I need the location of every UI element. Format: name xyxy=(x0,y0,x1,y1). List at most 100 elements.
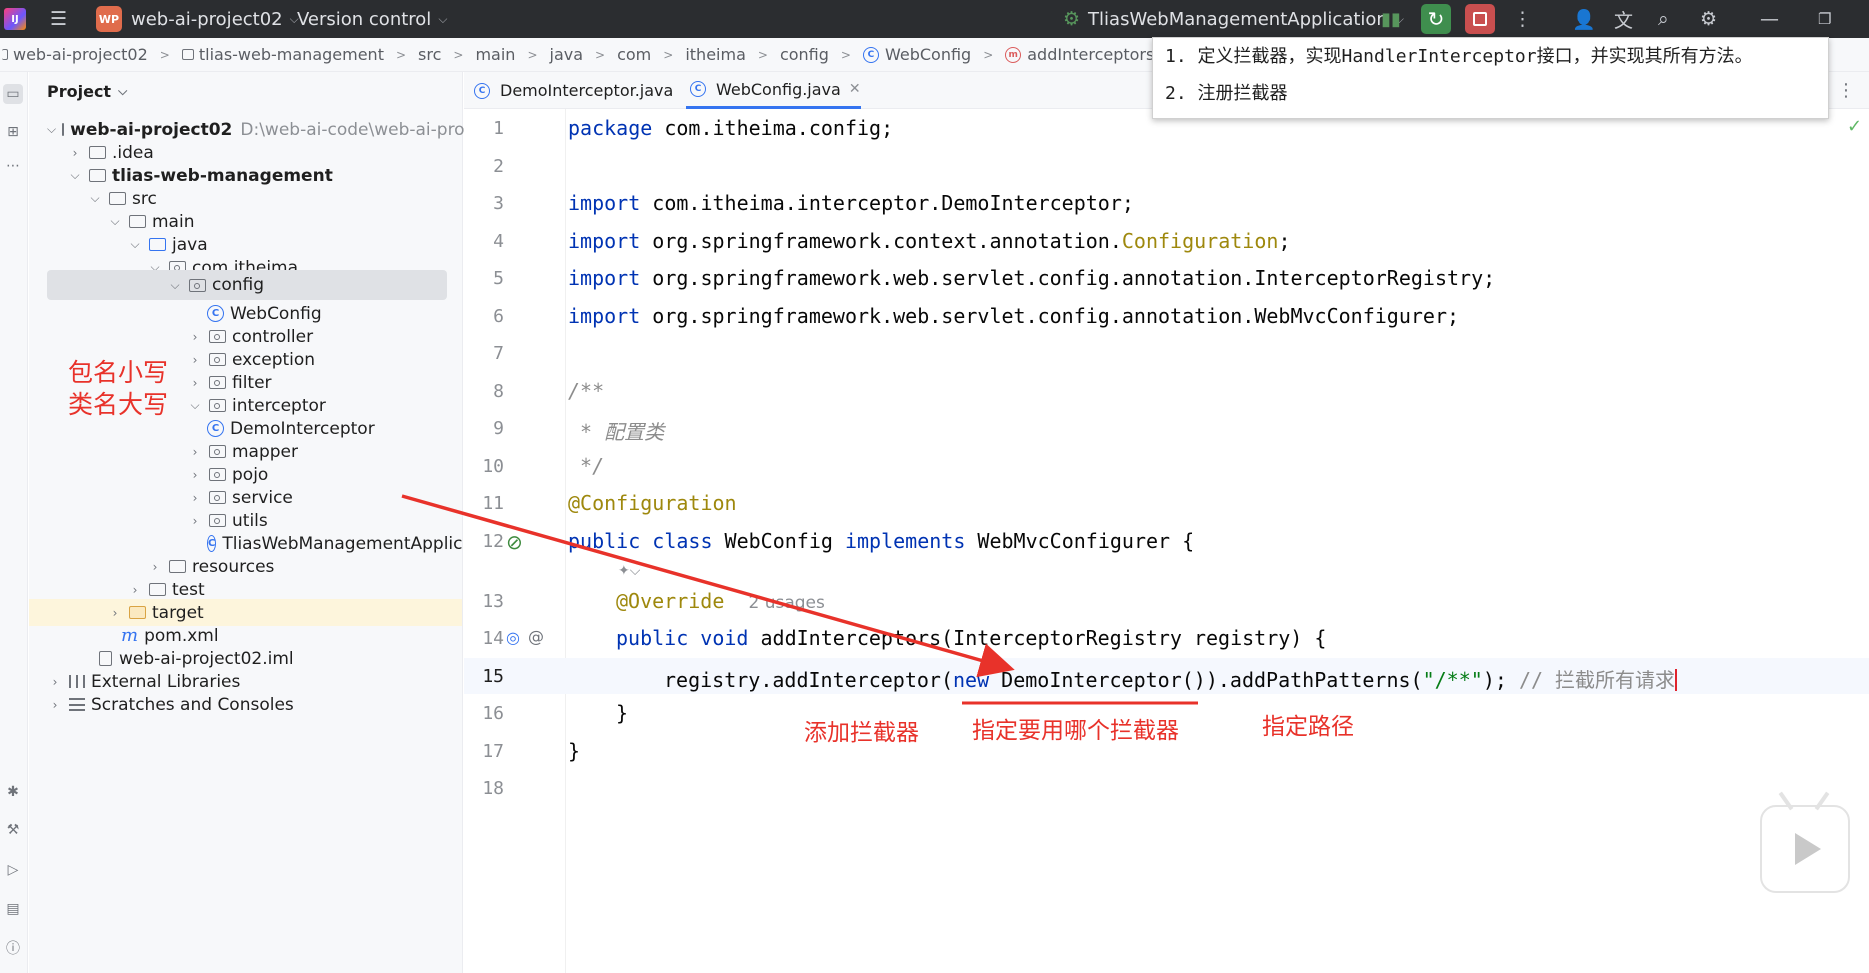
chevron-right-icon: > xyxy=(663,47,674,62)
collapse-chevron-icon: › xyxy=(152,559,158,574)
project-folder-icon[interactable]: ▭ xyxy=(3,84,23,104)
annotation-gutter-icon[interactable]: @ xyxy=(528,627,544,646)
text-caret xyxy=(1675,669,1678,691)
line-number: 13 xyxy=(482,591,504,612)
terminal-icon[interactable]: ▤ xyxy=(3,899,23,919)
more-actions-icon[interactable]: ⋮ xyxy=(1513,8,1532,30)
code-line-9: * 配置类 xyxy=(568,420,665,444)
spring-config-gutter-icon[interactable]: ⊘ xyxy=(506,530,523,554)
code-line-17: } xyxy=(568,739,581,763)
vcs-menu[interactable]: Version control ⌵ xyxy=(297,0,447,38)
project-tool-window: Project ⌵ ⌵ web-ai-project02 D:\web-ai-co… xyxy=(29,72,469,973)
line-number: 2 xyxy=(493,156,504,177)
code-line-3: import com.itheima.interceptor.DemoInter… xyxy=(568,191,1134,215)
line-number: 1 xyxy=(493,118,504,139)
expand-chevron-icon: ⌵ xyxy=(190,398,200,412)
line-number: 10 xyxy=(482,456,504,477)
close-tab-icon[interactable]: ✕ xyxy=(849,81,861,97)
source-folder-icon xyxy=(149,238,166,251)
annotation-package-lowercase: 包名小写 xyxy=(68,358,169,387)
problems-icon[interactable]: ⓘ xyxy=(3,938,23,958)
line-number: 4 xyxy=(493,231,504,252)
play-icon xyxy=(1795,833,1821,865)
tool-window-strip: ▭ ⊞ ⋯ ✱ ⚒ ▷ ▤ ⓘ xyxy=(0,72,28,973)
settings-gear-icon[interactable]: ⚙ xyxy=(1700,8,1717,30)
rerun-button[interactable]: ↻ xyxy=(1421,4,1451,34)
project-panel-title: Project xyxy=(47,82,112,101)
stop-button[interactable] xyxy=(1465,4,1495,34)
annotation-which-interceptor: 指定要用哪个拦截器 xyxy=(972,718,1179,744)
project-switcher[interactable]: WP web-ai-project02 ⌵ xyxy=(96,0,299,38)
code-line-8: /** xyxy=(568,379,605,403)
note-step-1: 1. 定义拦截器，实现HandlerInterceptor接口，并实现其所有方法… xyxy=(1165,46,1753,67)
class-icon: C xyxy=(474,82,490,99)
build-hammer-icon[interactable]: ⚒ xyxy=(3,820,23,840)
ai-assist-icon[interactable]: ✦⌵ xyxy=(618,563,640,579)
tree-item-scratches[interactable]: › Scratches and Consoles xyxy=(47,691,294,718)
package-icon xyxy=(209,445,226,458)
structure-icon[interactable]: ⊞ xyxy=(3,122,23,142)
package-icon xyxy=(209,514,226,527)
breadcrumb-item[interactable]: config xyxy=(780,45,829,64)
search-icon[interactable]: ⌕ xyxy=(1658,8,1669,30)
breadcrumb-item[interactable]: java xyxy=(550,45,584,64)
run-config-selector[interactable]: ⚙ TliasWebManagementApplication ⌵ xyxy=(1063,0,1404,38)
line-number: 3 xyxy=(493,193,504,214)
breadcrumb-item[interactable]: itheima xyxy=(685,45,746,64)
code-line-16: } xyxy=(616,701,629,725)
services-play-icon[interactable]: ▷ xyxy=(3,860,23,880)
folder-icon xyxy=(129,215,146,228)
video-play-button[interactable] xyxy=(1760,791,1850,893)
tab-options-icon[interactable]: ⋮ xyxy=(1837,80,1855,101)
code-line-11: @Configuration xyxy=(568,491,737,515)
line-number: 15 xyxy=(482,666,504,687)
collapse-chevron-icon: › xyxy=(192,513,198,528)
class-icon: C xyxy=(207,305,224,322)
main-menu-icon[interactable]: ☰ xyxy=(50,8,67,30)
debug-bug-icon[interactable]: ✱ xyxy=(3,782,23,802)
intellij-logo-icon[interactable]: IJ xyxy=(4,8,26,30)
breadcrumb-item[interactable]: com xyxy=(617,45,651,64)
package-icon xyxy=(209,399,226,412)
project-panel-header[interactable]: Project ⌵ xyxy=(47,82,127,101)
collapse-chevron-icon: › xyxy=(192,467,198,482)
title-bar: IJ ☰ WP web-ai-project02 ⌵ Version contr… xyxy=(0,0,1869,38)
code-line-13: @Override 2 usages xyxy=(616,589,825,613)
stop-icon xyxy=(1473,12,1487,26)
usages-hint[interactable]: 2 usages xyxy=(748,593,824,613)
add-user-icon[interactable]: 👤 xyxy=(1572,8,1596,31)
root-path: D:\web-ai-code\web-ai-proj xyxy=(240,119,470,140)
app-run-config-icon: ⚙ xyxy=(1063,8,1081,30)
package-icon xyxy=(209,376,226,389)
more-tools-icon[interactable]: ⋯ xyxy=(3,156,23,176)
tab-webconfig[interactable]: C WebConfig.java ✕ xyxy=(686,72,861,109)
line-number: 8 xyxy=(493,381,504,402)
expand-chevron-icon: ⌵ xyxy=(130,237,140,251)
code-line-14: public void addInterceptors(InterceptorR… xyxy=(616,626,1327,650)
minimize-icon[interactable]: — xyxy=(1760,8,1779,30)
breadcrumb-item[interactable]: tlias-web-management xyxy=(181,45,384,64)
breadcrumb-item[interactable]: src xyxy=(418,45,441,64)
folder-icon xyxy=(2,49,8,60)
override-gutter-icon[interactable]: ◎ xyxy=(506,628,520,647)
breadcrumb-item[interactable]: m addInterceptors xyxy=(1005,45,1154,64)
tree-item-config[interactable]: ⌵ config xyxy=(47,270,447,300)
inspection-ok-check-icon[interactable]: ✓ xyxy=(1847,116,1862,137)
code-line-5: import org.springframework.web.servlet.c… xyxy=(568,266,1496,290)
class-icon: C xyxy=(862,46,879,63)
collapse-chevron-icon: › xyxy=(52,697,58,712)
debug-button[interactable]: ▮▮ xyxy=(1376,4,1406,34)
tree-item-target[interactable]: › target xyxy=(29,599,462,626)
collapse-chevron-icon: › xyxy=(52,674,58,689)
tab-demointerceptor[interactable]: C DemoInterceptor.java xyxy=(468,72,673,109)
breadcrumb-item[interactable]: main xyxy=(475,45,515,64)
line-number: 11 xyxy=(482,493,504,514)
code-line-12: public class WebConfig implements WebMvc… xyxy=(568,529,1195,553)
restore-icon[interactable]: ❐ xyxy=(1818,10,1831,28)
breadcrumb-item[interactable]: C WebConfig xyxy=(862,45,971,64)
breadcrumb-item[interactable]: web-ai-project02 xyxy=(2,45,148,64)
package-icon xyxy=(209,353,226,366)
package-icon xyxy=(209,468,226,481)
translate-icon[interactable]: 文 xyxy=(1614,6,1633,33)
code-line-10: */ xyxy=(568,454,605,478)
